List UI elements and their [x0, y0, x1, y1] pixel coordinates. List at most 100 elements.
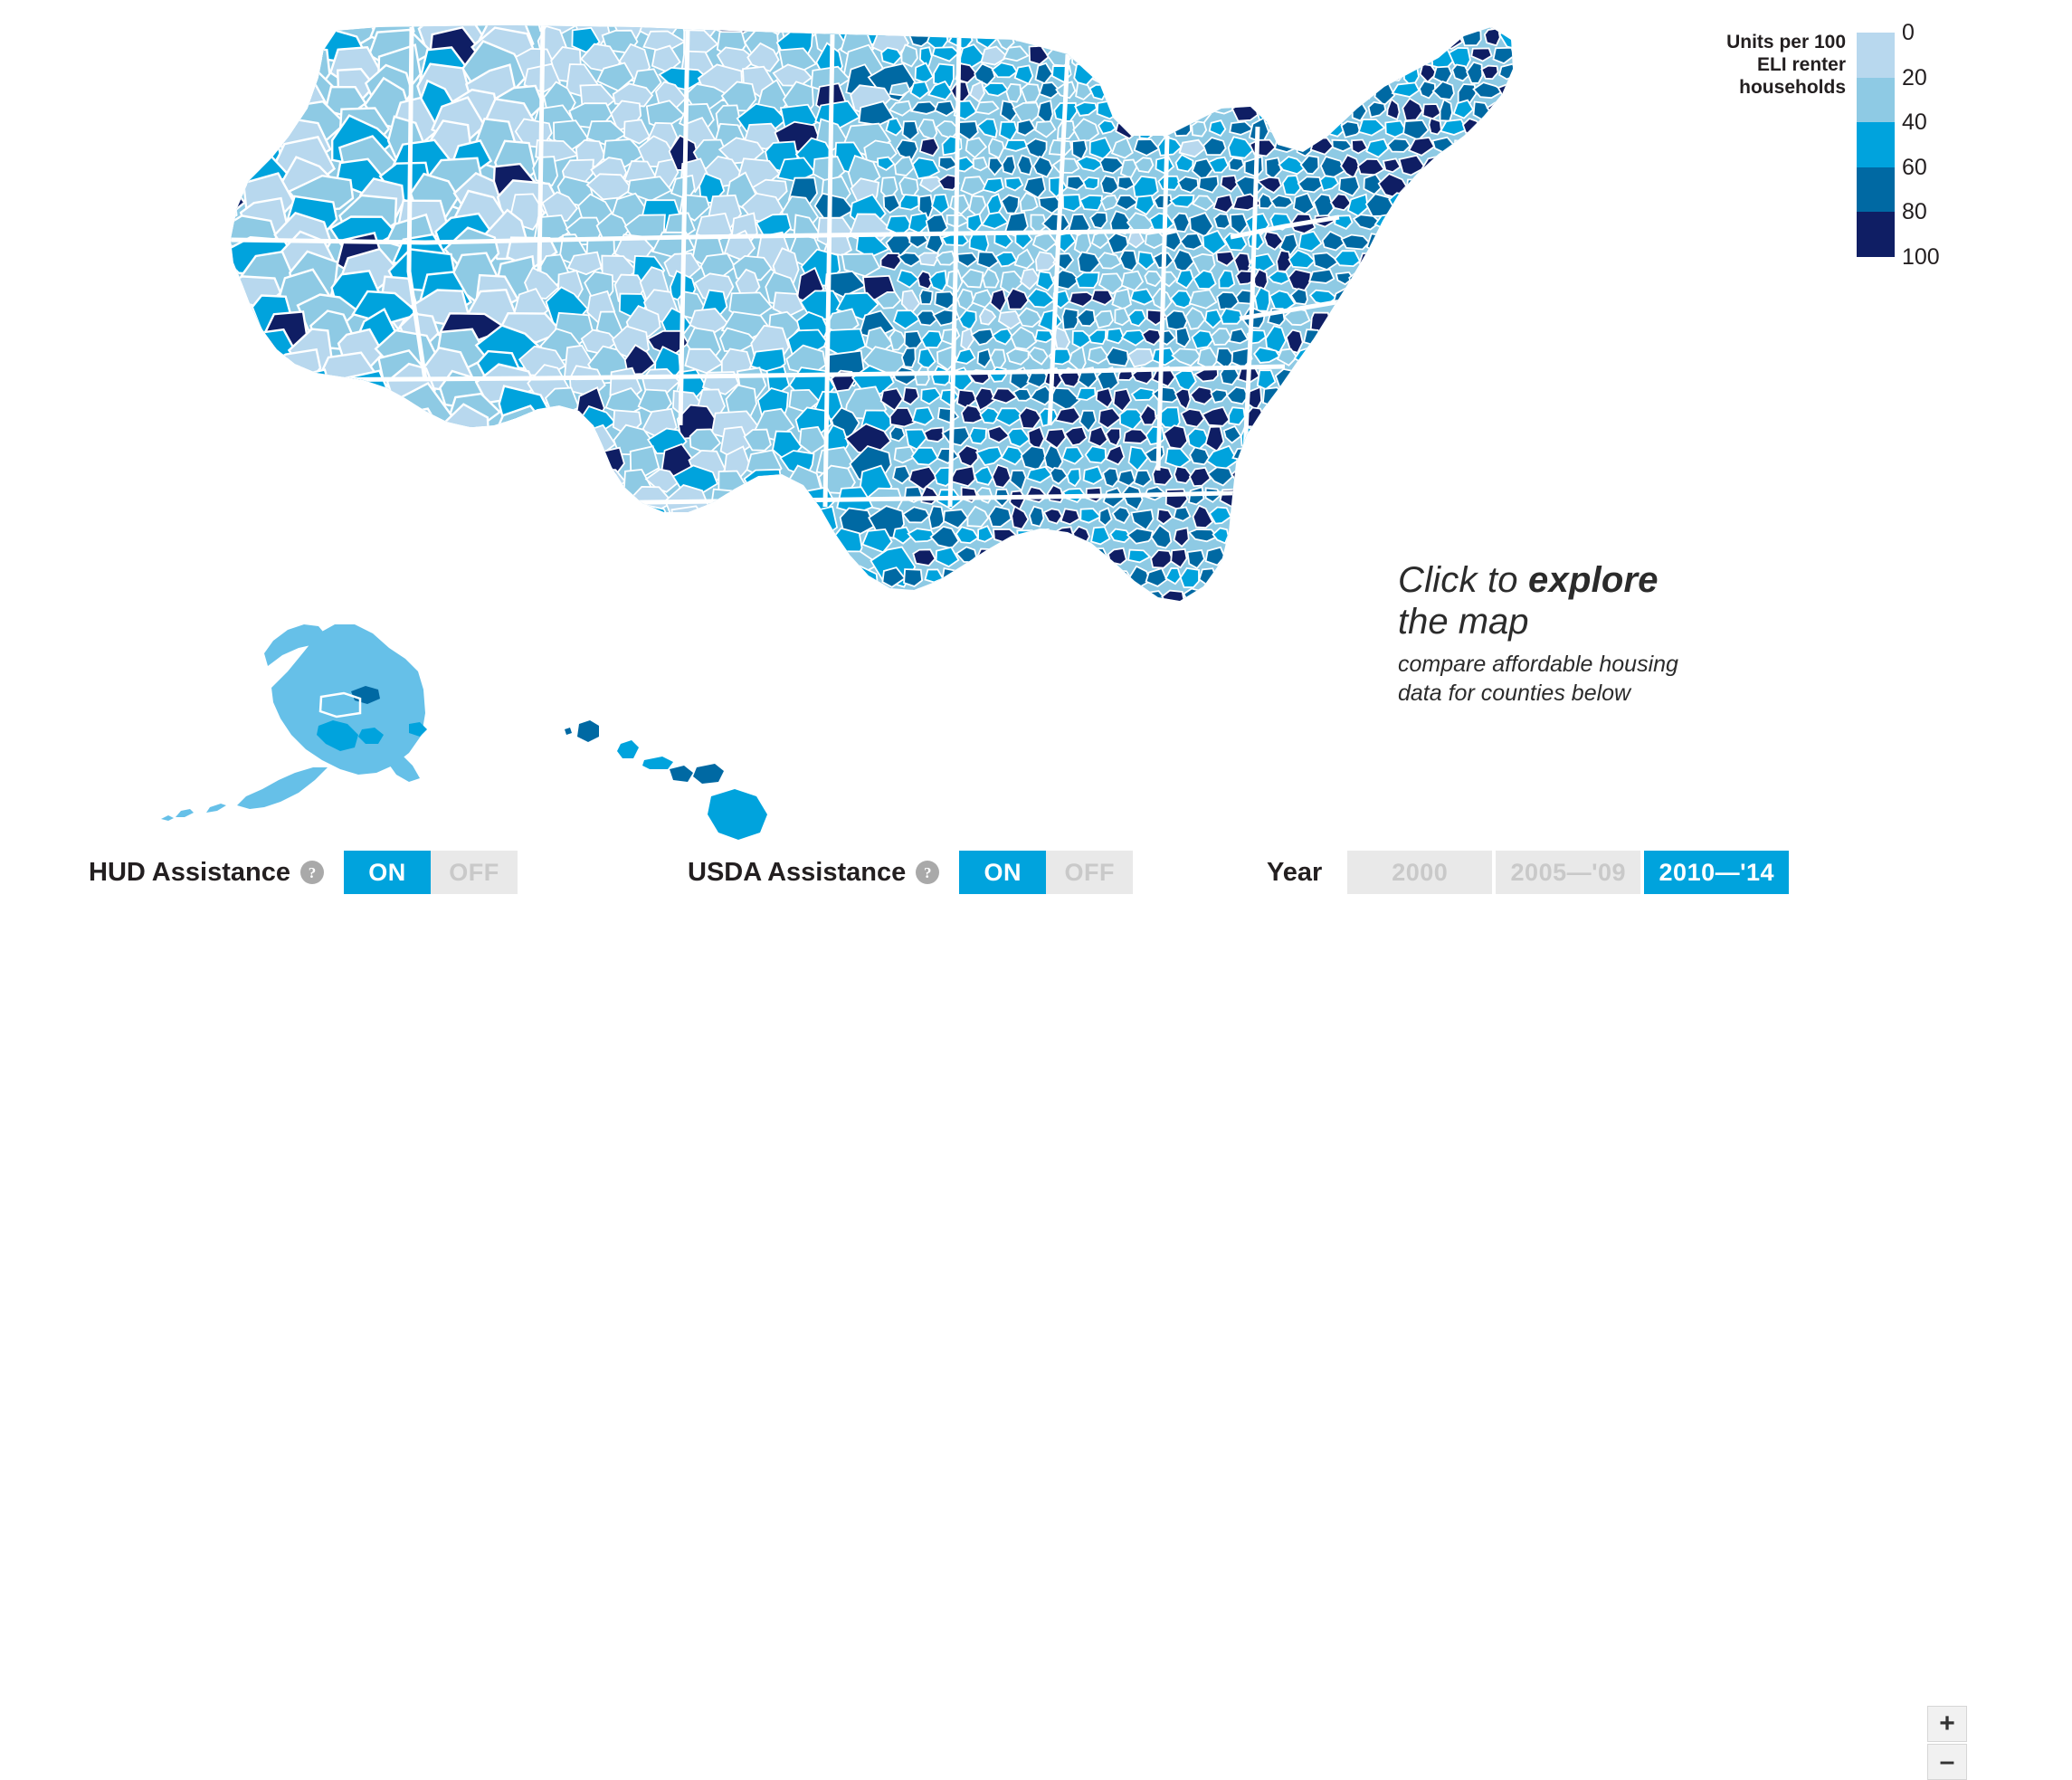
county-shape[interactable] — [1164, 26, 1188, 43]
county-shape[interactable] — [705, 585, 746, 618]
county-shape[interactable] — [1189, 61, 1214, 86]
county-shape[interactable] — [1225, 547, 1255, 571]
county-shape[interactable] — [1530, 195, 1554, 215]
county-shape[interactable] — [1364, 447, 1392, 470]
county-shape[interactable] — [1537, 118, 1560, 138]
county-shape[interactable] — [1443, 308, 1459, 329]
county-shape[interactable] — [1213, 11, 1237, 27]
county-shape[interactable] — [1378, 466, 1410, 489]
county-shape[interactable] — [1200, 44, 1219, 65]
county-shape[interactable] — [670, 549, 707, 572]
county-shape[interactable] — [1157, 175, 1181, 191]
county-shape[interactable] — [895, 589, 924, 605]
county-shape[interactable] — [488, 485, 553, 527]
county-shape[interactable] — [1417, 26, 1440, 44]
county-shape[interactable] — [1418, 346, 1447, 364]
county-shape[interactable] — [1009, 588, 1036, 605]
county-shape[interactable] — [1429, 230, 1448, 248]
county-shape[interactable] — [1270, 569, 1295, 585]
county-shape[interactable] — [189, 233, 228, 278]
county-shape[interactable] — [1439, 287, 1465, 310]
county-shape[interactable] — [1117, 11, 1140, 34]
county-shape[interactable] — [1532, 488, 1559, 505]
county-shape[interactable] — [733, 527, 764, 568]
county-shape[interactable] — [1387, 424, 1410, 450]
county-shape[interactable] — [1352, 508, 1374, 530]
county-shape[interactable] — [1337, 26, 1363, 52]
county-shape[interactable] — [1013, 25, 1033, 43]
county-shape[interactable] — [1398, 10, 1420, 30]
county-shape[interactable] — [175, 287, 244, 324]
county-shape[interactable] — [1164, 81, 1193, 99]
county-shape[interactable] — [1364, 308, 1386, 325]
county-shape[interactable] — [334, 488, 380, 540]
county-shape[interactable] — [1127, 588, 1147, 604]
county-shape[interactable] — [183, 12, 222, 50]
county-shape[interactable] — [1261, 487, 1285, 506]
county-shape[interactable] — [1483, 27, 1501, 47]
county-shape[interactable] — [1050, 587, 1079, 611]
county-shape[interactable] — [1062, 547, 1085, 569]
county-shape[interactable] — [568, 586, 609, 620]
county-shape[interactable] — [911, 10, 935, 23]
county-shape[interactable] — [1212, 213, 1231, 230]
county-shape[interactable] — [502, 531, 540, 564]
county-shape[interactable] — [1373, 509, 1396, 529]
county-shape[interactable] — [1301, 82, 1322, 105]
county-shape[interactable] — [1185, 28, 1210, 46]
county-shape[interactable] — [918, 289, 934, 306]
county-shape[interactable] — [174, 369, 251, 424]
county-shape[interactable] — [1480, 465, 1505, 484]
county-shape[interactable] — [178, 309, 225, 353]
county-shape[interactable] — [535, 447, 569, 472]
county-shape[interactable] — [740, 587, 768, 616]
county-shape[interactable] — [1428, 117, 1442, 136]
county-shape[interactable] — [1285, 45, 1302, 67]
county-shape[interactable] — [1074, 568, 1091, 593]
county-shape[interactable] — [537, 528, 575, 558]
county-shape[interactable] — [1375, 7, 1402, 26]
county-shape[interactable] — [1146, 43, 1167, 64]
county-shape[interactable] — [180, 64, 218, 121]
county-shape[interactable] — [636, 571, 677, 596]
county-shape[interactable] — [181, 196, 238, 229]
county-shape[interactable] — [1323, 25, 1341, 50]
county-shape[interactable] — [1515, 368, 1535, 386]
county-shape[interactable] — [1460, 445, 1480, 468]
county-shape[interactable] — [1111, 64, 1134, 89]
county-shape[interactable] — [181, 218, 221, 263]
usda-help-icon[interactable]: ? — [916, 861, 940, 884]
county-shape[interactable] — [1251, 65, 1273, 90]
county-shape[interactable] — [241, 101, 280, 146]
county-shape[interactable] — [1328, 425, 1350, 450]
county-shape[interactable] — [575, 528, 605, 562]
county-shape[interactable] — [634, 613, 664, 645]
county-shape[interactable] — [1338, 83, 1364, 107]
county-shape[interactable] — [729, 569, 765, 600]
county-shape[interactable] — [229, 83, 278, 134]
county-shape[interactable] — [369, 426, 426, 482]
county-shape[interactable] — [337, 568, 411, 606]
county-shape[interactable] — [1374, 526, 1398, 546]
year-button-2[interactable]: 2010—'14 — [1644, 851, 1790, 894]
county-shape[interactable] — [1240, 485, 1265, 507]
county-shape[interactable] — [1460, 286, 1484, 314]
county-shape[interactable] — [428, 465, 474, 517]
county-shape[interactable] — [841, 590, 880, 623]
county-shape[interactable] — [273, 423, 337, 462]
county-shape[interactable] — [1507, 193, 1533, 210]
county-shape[interactable] — [1102, 7, 1119, 30]
county-shape[interactable] — [569, 612, 604, 644]
county-shape[interactable] — [1445, 234, 1471, 253]
zoom-out-button[interactable]: – — [1927, 1744, 1967, 1780]
county-shape[interactable] — [1448, 271, 1468, 290]
county-shape[interactable] — [1390, 253, 1420, 272]
county-shape[interactable] — [1210, 64, 1236, 79]
county-shape[interactable] — [1482, 309, 1503, 327]
county-shape[interactable] — [1486, 230, 1503, 252]
county-shape[interactable] — [1397, 505, 1418, 524]
county-shape[interactable] — [448, 531, 511, 566]
county-shape[interactable] — [1005, 82, 1022, 103]
choropleth-map[interactable] — [0, 0, 1683, 842]
county-shape[interactable] — [1531, 271, 1551, 291]
